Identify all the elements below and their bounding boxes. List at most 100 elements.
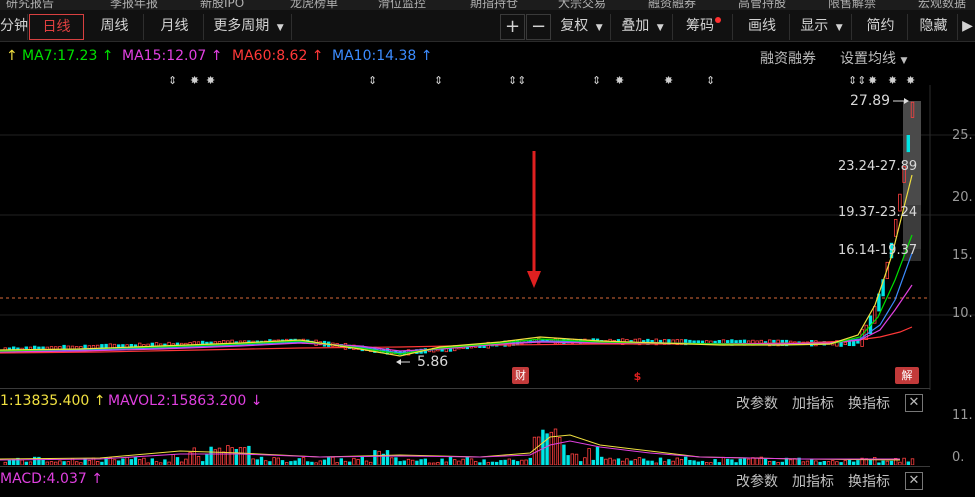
volume-change-params-link[interactable]: 改参数 (736, 393, 778, 413)
volume-bar (734, 462, 738, 465)
ma60-label: MA60:8.62 ↑ (232, 48, 324, 68)
chip-bar (903, 101, 921, 205)
more-periods-label: 更多周期 (213, 18, 270, 34)
settings-ma-label: 设置均线 (840, 51, 896, 67)
volume-bar (45, 461, 49, 465)
volume-bar (528, 457, 532, 465)
volume-swap-indicator-link[interactable]: 换指标 (848, 393, 890, 413)
macd-add-indicator-link[interactable]: 加指标 (792, 471, 834, 491)
volume-bar (679, 459, 684, 465)
volume-bar (852, 461, 856, 465)
fuquan-label: 复权 (560, 18, 589, 34)
volume-bar (3, 461, 7, 465)
simple-mode-button[interactable]: 简约 (854, 14, 908, 40)
volume-bar (129, 459, 133, 465)
volume-bar (322, 459, 327, 465)
top-nav-item[interactable]: 新股IPO (200, 0, 244, 10)
volume-bar (272, 457, 276, 465)
kline-chart[interactable] (0, 85, 975, 390)
volume-bar (898, 461, 902, 465)
volume-close-icon[interactable]: ✕ (905, 394, 923, 412)
volume-bar (885, 460, 889, 465)
volume-bar (486, 462, 490, 465)
top-nav-item[interactable]: 融资融券 (648, 0, 696, 10)
volume-bar (167, 461, 171, 465)
price-axis-tick: 15. (952, 248, 973, 263)
volume-bar (217, 447, 222, 465)
volume-bar (494, 461, 499, 465)
volume-bar (259, 456, 264, 465)
volume-bar (805, 460, 810, 465)
macd-change-params-link[interactable]: 改参数 (736, 471, 778, 491)
volume-bar-layer (3, 428, 915, 465)
volume-bar (700, 460, 705, 465)
draw-line-button[interactable]: 画线 (735, 14, 790, 40)
candle (843, 341, 847, 345)
settings-ma-link[interactable]: 设置均线 ▼ (840, 48, 907, 68)
volume-bar (818, 461, 822, 465)
volume-bar (24, 461, 28, 465)
chips-button[interactable]: 筹码 (675, 14, 733, 40)
volume-bar (62, 461, 66, 465)
tab-minute[interactable]: 分钟 (0, 14, 28, 40)
finance-badge[interactable]: 财 (512, 367, 529, 384)
overlay-label: 叠加 (621, 18, 650, 34)
tab-daily[interactable]: 日线 (29, 14, 84, 40)
volume-bar (226, 445, 230, 465)
arrow-up-icon: ↑ (97, 48, 114, 64)
volume-bar (200, 461, 205, 465)
volume-bar (621, 460, 625, 465)
volume-bar (444, 461, 448, 465)
volume-add-indicator-link[interactable]: 加指标 (792, 393, 834, 413)
chevron-right-icon[interactable]: ▶ (960, 14, 975, 40)
volume-bar (856, 460, 860, 465)
volume-bar (360, 456, 364, 465)
volume-chart[interactable] (0, 413, 930, 465)
hide-button[interactable]: 隐藏 (910, 14, 958, 40)
volume-bar (452, 459, 457, 465)
zoom-in-button[interactable]: + (500, 14, 525, 40)
volume-bar (696, 461, 700, 465)
zoom-out-button[interactable]: − (526, 14, 551, 40)
volume-bar (520, 459, 524, 465)
period-toolbar: 分钟 日线 周线 月线 更多周期 ▼ + − 复权 ▼ 叠加 ▼ 筹码 画线 显… (0, 10, 975, 42)
top-nav-item[interactable]: 大宗交易 (558, 0, 606, 10)
volume-bar (776, 462, 780, 465)
volume-bar (717, 462, 721, 465)
volume-bar (427, 462, 432, 465)
volume-bar (368, 461, 373, 465)
macd-close-icon[interactable]: ✕ (905, 472, 923, 490)
top-nav-item[interactable]: 研究报告 (6, 0, 54, 10)
display-dropdown[interactable]: 显示 ▼ (792, 14, 852, 40)
top-nav-item[interactable]: 限售解禁 (828, 0, 876, 10)
volume-bar (629, 460, 633, 465)
unlock-badge[interactable]: 解 (895, 367, 919, 384)
price-axis-tick: 10. (952, 306, 973, 321)
top-nav-item[interactable]: 期指持仓 (470, 0, 518, 10)
volume-bar (402, 460, 406, 465)
volume-bar (112, 459, 117, 465)
volume-bar (768, 461, 772, 465)
tab-weekly[interactable]: 周线 (86, 14, 144, 40)
dollar-badge[interactable]: $ (629, 368, 646, 385)
top-nav-item[interactable]: 宏观数据 (918, 0, 966, 10)
volume-bar (133, 456, 138, 465)
top-nav-item[interactable]: 滑位监控 (378, 0, 426, 10)
volume-bar (490, 461, 495, 465)
top-nav-item[interactable]: 季报年报 (110, 0, 158, 10)
macd-swap-indicator-link[interactable]: 换指标 (848, 471, 890, 491)
top-nav-item[interactable]: 龙虎榜单 (290, 0, 338, 10)
ma15-label: MA15:12.07 ↑ (122, 48, 222, 68)
volume-bar (789, 459, 793, 465)
volume-bar (793, 458, 797, 465)
volume-bar (570, 453, 574, 465)
volume-bar (423, 458, 427, 465)
more-periods-dropdown[interactable]: 更多周期 ▼ (206, 14, 292, 40)
margin-trading-link[interactable]: 融资融券 (760, 48, 816, 68)
fuquan-dropdown[interactable]: 复权 ▼ (553, 14, 611, 40)
tab-monthly[interactable]: 月线 (146, 14, 204, 40)
volume-bar (583, 457, 587, 465)
top-nav-item[interactable]: 高管持股 (738, 0, 786, 10)
overlay-dropdown[interactable]: 叠加 ▼ (613, 14, 673, 40)
volume-bar (297, 458, 301, 465)
